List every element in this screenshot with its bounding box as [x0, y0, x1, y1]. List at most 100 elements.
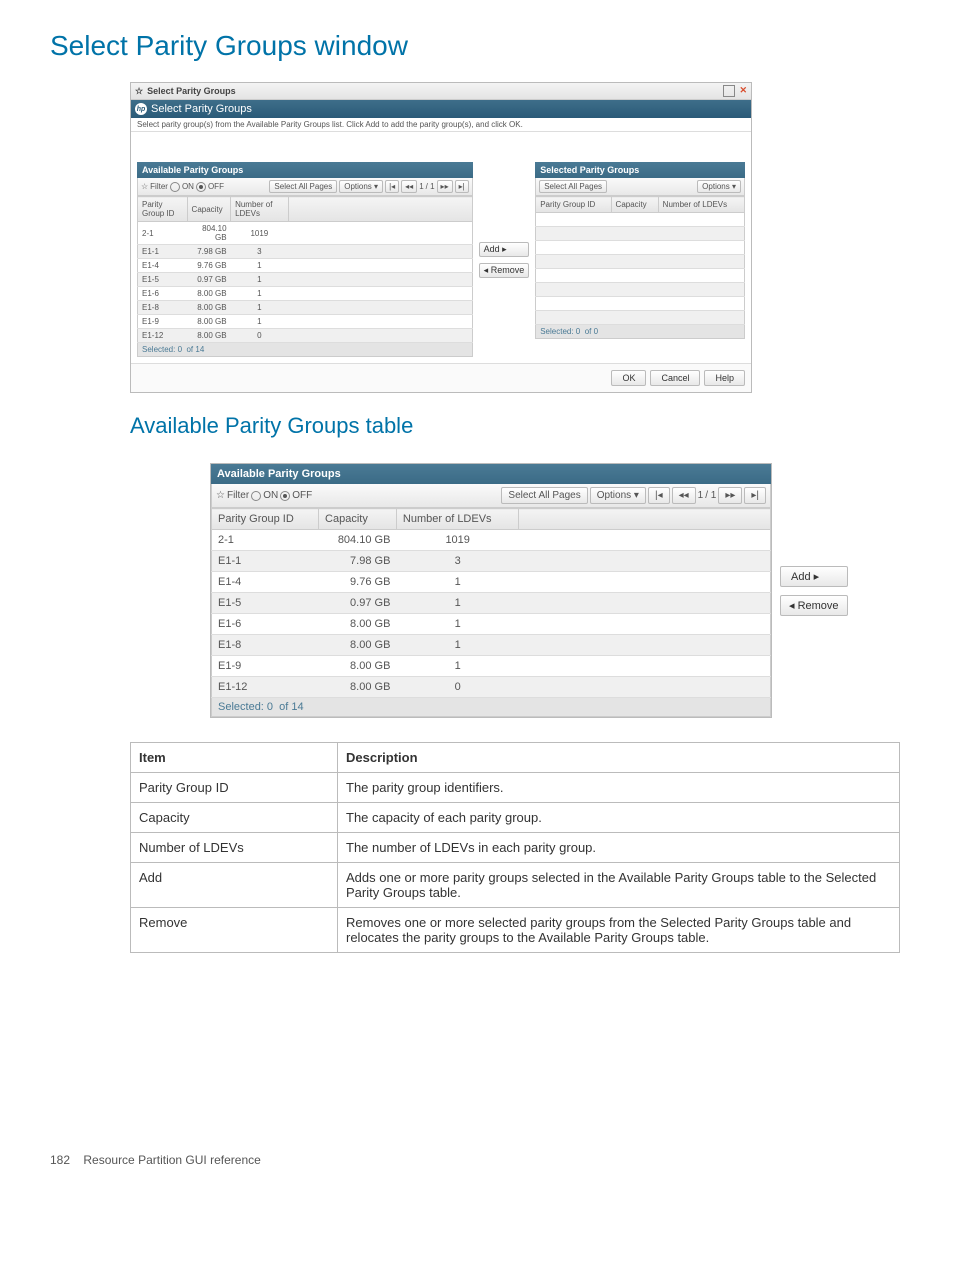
table-row[interactable]: E1-68.00 GB1: [138, 287, 473, 301]
col-capacity[interactable]: Capacity: [611, 197, 658, 213]
window-titlebar: ☆ Select Parity Groups ✕: [131, 83, 751, 100]
instruction-text: Select parity group(s) from the Availabl…: [131, 118, 751, 132]
select-all-pages-button[interactable]: Select All Pages: [539, 180, 607, 193]
col-capacity[interactable]: Capacity: [187, 197, 231, 222]
table-row[interactable]: 2-1804.10 GB1019: [138, 222, 473, 245]
selected-panel: Selected Parity Groups Select All Pages …: [535, 162, 745, 357]
table-row[interactable]: E1-128.00 GB0: [212, 677, 771, 698]
filter-label: Filter: [150, 182, 168, 191]
table-row: [536, 269, 745, 283]
page-first-icon[interactable]: |◂: [385, 180, 399, 193]
footer-page-number: 182: [50, 1153, 70, 1167]
available-toolbar: ☆ Filter ON OFF Select All Pages Options…: [137, 178, 473, 196]
table-row[interactable]: E1-128.00 GB0: [138, 329, 473, 343]
collapse-icon: ☆: [135, 86, 143, 97]
page-last-icon[interactable]: ▸|: [455, 180, 469, 193]
available-table-2: Parity Group ID Capacity Number of LDEVs…: [211, 508, 771, 698]
available-toolbar-2: ☆ Filter ON OFF Select All Pages Options…: [211, 484, 771, 508]
select-all-pages-button[interactable]: Select All Pages: [269, 180, 337, 193]
table-row: [536, 255, 745, 269]
col-num-ldevs[interactable]: Number of LDEVs: [658, 197, 744, 213]
page-last-icon[interactable]: ▸|: [744, 487, 766, 504]
selected-table: Parity Group ID Capacity Number of LDEVs: [535, 196, 745, 325]
select-all-pages-button[interactable]: Select All Pages: [501, 487, 587, 504]
table-row[interactable]: 2-1804.10 GB1019: [212, 530, 771, 551]
table-row: [536, 297, 745, 311]
table-row[interactable]: E1-50.97 GB1: [212, 593, 771, 614]
options-button[interactable]: Options ▾: [697, 180, 741, 193]
page-total: / 1: [426, 182, 435, 191]
table-row[interactable]: E1-17.98 GB3: [138, 245, 473, 259]
table-row: [536, 311, 745, 325]
page-first-icon[interactable]: |◂: [648, 487, 670, 504]
window-title: Select Parity Groups: [147, 86, 236, 96]
table-row[interactable]: E1-49.76 GB1: [138, 259, 473, 273]
desc-col-item: Item: [131, 743, 338, 773]
help-button[interactable]: Help: [704, 370, 745, 386]
col-parity-id[interactable]: Parity Group ID: [536, 197, 611, 213]
col-parity-id[interactable]: Parity Group ID: [212, 509, 319, 530]
desc-col-description: Description: [338, 743, 900, 773]
table-row[interactable]: E1-98.00 GB1: [138, 315, 473, 329]
selected-status: Selected: 0 of 0: [535, 325, 745, 339]
transfer-buttons: Add ▸ ◂ Remove: [477, 162, 532, 357]
desc-row: Parity Group IDThe parity group identifi…: [131, 773, 900, 803]
page-current: 1: [698, 490, 704, 501]
remove-button-2[interactable]: ◂ Remove: [780, 595, 848, 616]
dialog-window: ☆ Select Parity Groups ✕ hp Select Parit…: [130, 82, 752, 393]
col-num-ldevs[interactable]: Number of LDEVs: [396, 509, 519, 530]
desc-row: CapacityThe capacity of each parity grou…: [131, 803, 900, 833]
table-row[interactable]: E1-68.00 GB1: [212, 614, 771, 635]
cancel-button[interactable]: Cancel: [650, 370, 700, 386]
selected-toolbar: Select All Pages Options ▾: [535, 178, 745, 196]
table-row[interactable]: E1-88.00 GB1: [212, 635, 771, 656]
col-capacity[interactable]: Capacity: [319, 509, 397, 530]
table-row: [536, 227, 745, 241]
ok-button[interactable]: OK: [611, 370, 646, 386]
options-button[interactable]: Options ▾: [339, 180, 383, 193]
page-title: Select Parity Groups window: [50, 30, 904, 62]
options-button[interactable]: Options ▾: [590, 487, 646, 504]
maximize-icon[interactable]: [723, 85, 735, 97]
page-next-icon[interactable]: ▸▸: [718, 487, 742, 504]
col-num-ldevs[interactable]: Number of LDEVs: [231, 197, 289, 222]
add-button-2[interactable]: Add ▸: [780, 566, 848, 587]
table-row[interactable]: E1-50.97 GB1: [138, 273, 473, 287]
table-row[interactable]: E1-88.00 GB1: [138, 301, 473, 315]
add-button[interactable]: Add ▸: [479, 242, 530, 257]
hp-logo-icon: hp: [135, 103, 147, 115]
col-parity-id[interactable]: Parity Group ID: [138, 197, 188, 222]
filter-label: Filter: [227, 490, 249, 501]
desc-row: RemoveRemoves one or more selected parit…: [131, 908, 900, 953]
filter-on-label: ON: [263, 490, 278, 501]
filter-on-radio[interactable]: [170, 182, 180, 192]
page-next-icon[interactable]: ▸▸: [437, 180, 453, 193]
filter-off-radio[interactable]: [280, 491, 290, 501]
table-row[interactable]: E1-17.98 GB3: [212, 551, 771, 572]
filter-on-radio[interactable]: [251, 491, 261, 501]
table-row[interactable]: E1-98.00 GB1: [212, 656, 771, 677]
hp-header: hp Select Parity Groups: [131, 100, 751, 118]
description-table: Item Description Parity Group IDThe pari…: [130, 742, 900, 953]
desc-row: Number of LDEVsThe number of LDEVs in ea…: [131, 833, 900, 863]
filter-on-label: ON: [182, 182, 194, 191]
filter-off-radio[interactable]: [196, 182, 206, 192]
available-status-2: Selected: 0 of 14: [211, 698, 771, 717]
page-prev-icon[interactable]: ◂◂: [672, 487, 696, 504]
hp-header-title: Select Parity Groups: [151, 103, 252, 115]
table-row: [536, 241, 745, 255]
filter-icon[interactable]: ☆: [141, 182, 148, 191]
remove-button[interactable]: ◂ Remove: [479, 263, 530, 278]
page-total: / 1: [705, 490, 716, 501]
page-current: 1: [419, 182, 423, 191]
table-row[interactable]: E1-49.76 GB1: [212, 572, 771, 593]
filter-off-label: OFF: [208, 182, 224, 191]
available-status: Selected: 0 of 14: [137, 343, 473, 357]
selected-panel-header: Selected Parity Groups: [535, 162, 745, 178]
filter-off-label: OFF: [292, 490, 312, 501]
footer-text: Resource Partition GUI reference: [83, 1153, 260, 1167]
close-icon[interactable]: ✕: [739, 85, 747, 97]
filter-icon[interactable]: ☆: [216, 490, 225, 501]
page-prev-icon[interactable]: ◂◂: [401, 180, 417, 193]
section-title: Available Parity Groups table: [130, 413, 904, 439]
